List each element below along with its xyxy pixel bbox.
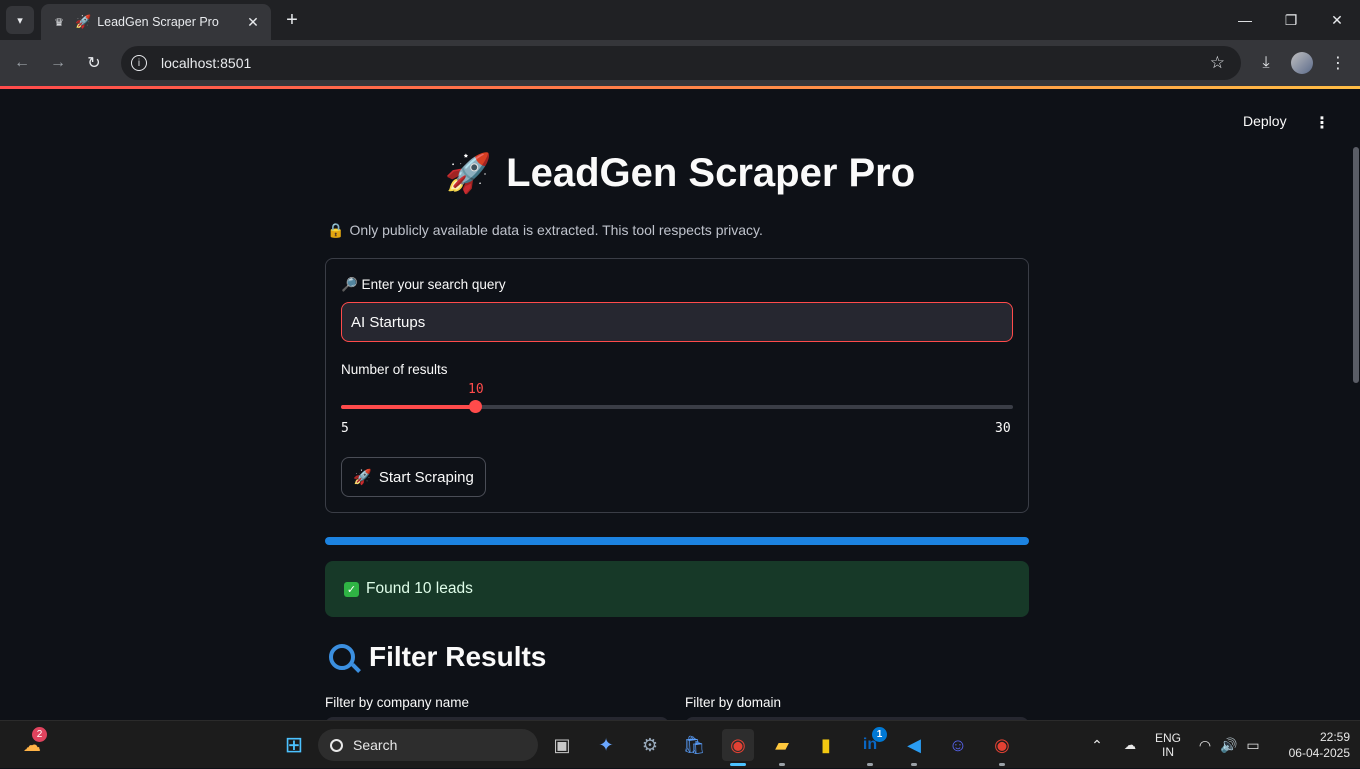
battery-icon[interactable]: ▭ [1242,721,1264,769]
slider-value: 10 [468,382,484,397]
weather-icon[interactable]: ☁ 2 [16,727,48,761]
chrome-profile-icon[interactable]: ◉ [986,729,1018,766]
start-scraping-label: Start Scraping [378,468,474,486]
wifi-icon[interactable]: ◠ [1194,721,1216,769]
close-window-button[interactable]: ✕ [1314,0,1360,40]
success-message: Found 10 leads [366,580,473,597]
browser-toolbar: ← → ↻ i localhost:8501 ☆ ⤓ ⋮ [0,40,1360,86]
rocket-icon: 🚀 [444,153,493,195]
reload-button[interactable]: ↻ [80,49,108,77]
linkedin-icon[interactable]: in 1 [854,727,887,766]
settings-gear-icon[interactable]: ⚙ [634,729,666,761]
discord-icon[interactable]: ☺ [942,729,974,761]
taskbar-clock[interactable]: 22:59 06-04-2025 [1270,729,1350,761]
running-indicator [867,763,873,766]
profile-avatar[interactable] [1288,49,1316,77]
filter-heading: Filter Results [329,641,546,673]
url-text[interactable]: localhost:8501 [161,55,251,71]
start-scraping-button[interactable]: 🚀 Start Scraping [341,457,486,497]
browser-tab[interactable]: ♛ 🚀 LeadGen Scraper Pro ✕ [41,4,271,40]
tab-title: LeadGen Scraper Pro [97,15,219,29]
filter-heading-text: Filter Results [369,641,547,672]
taskbar-search-label: Search [353,737,398,753]
privacy-caption-text: Only publicly available data is extracte… [349,222,763,238]
powerbi-icon[interactable]: ▮ [810,729,842,761]
language-code: ENG [1154,731,1181,745]
slider-fill [341,405,475,409]
bookmark-star-icon[interactable]: ☆ [1210,53,1225,73]
search-icon [330,738,343,752]
new-tab-button[interactable]: + [280,8,304,32]
vscode-icon[interactable]: ◀ [898,729,930,766]
minimize-button[interactable]: — [1222,0,1268,40]
page-title-text: LeadGen Scraper Pro [506,151,916,195]
results-slider[interactable] [341,400,1013,413]
file-explorer-icon[interactable]: ▰ [766,729,798,766]
running-indicator [911,763,917,766]
start-icon[interactable]: ⊞ [278,729,310,761]
tab-close-icon[interactable]: ✕ [243,12,263,32]
weather-badge: 2 [32,727,47,742]
slider-thumb[interactable] [469,400,482,413]
back-button[interactable]: ← [8,49,36,77]
clock-date: 06-04-2025 [1288,746,1350,760]
browser-menu-icon[interactable]: ⋮ [1324,49,1352,77]
forward-button[interactable]: → [44,49,72,77]
linkedin-badge: 1 [872,727,887,742]
taskbar-search[interactable]: Search [318,729,538,761]
results-label: Number of results [341,362,448,377]
slider-max: 30 [995,421,1011,436]
deploy-button[interactable]: Deploy [1243,113,1287,129]
magnifier-icon [329,644,355,670]
progress-bar [325,537,1029,545]
store-icon[interactable]: 🛍 [678,729,710,761]
download-icon[interactable]: ⤓ [1252,49,1280,77]
windows-taskbar: ☁ 2 ⊞ Search ▣ ✦ ⚙ 🛍 ◉ ▰ ▮ in 1 ◀ ☺ ◉ ⌃ … [0,720,1360,768]
region-code: IN [1162,745,1174,759]
main-menu-icon[interactable]: ⋮ [1313,113,1331,133]
check-icon: ✓ [344,581,359,597]
filter-domain-label: Filter by domain [685,695,782,710]
query-label: 🔎 Enter your search query [341,277,506,292]
success-alert: ✓ Found 10 leads [325,561,1029,617]
onedrive-icon[interactable]: ☁ [1118,721,1142,769]
tab-search-button[interactable]: ▾ [6,6,34,34]
volume-icon[interactable]: 🔊 [1218,721,1240,769]
chrome-icon[interactable]: ◉ [722,729,754,766]
rocket-icon: 🚀 [353,469,372,486]
copilot-icon[interactable]: ✦ [590,729,622,761]
task-view-icon[interactable]: ▣ [546,729,578,761]
filter-company-label: Filter by company name [325,695,470,710]
address-bar[interactable]: i localhost:8501 ☆ [121,46,1241,80]
active-indicator [730,763,746,766]
language-indicator[interactable]: ENG IN [1152,721,1184,769]
lock-icon: 🔒 [327,222,345,238]
clock-time: 22:59 [1319,730,1350,744]
page-title: 🚀 LeadGen Scraper Pro [0,151,1360,196]
browser-tabstrip: ▾ ♛ 🚀 LeadGen Scraper Pro ✕ + — ❐ ✕ [0,0,1360,40]
running-indicator [999,763,1005,766]
slider-min: 5 [341,421,349,436]
search-form: 🔎 Enter your search query Number of resu… [325,258,1029,513]
chevron-up-icon[interactable]: ⌃ [1086,721,1108,769]
streamlit-favicon-icon: ♛ [54,16,64,29]
privacy-caption: 🔒 Only publicly available data is extract… [327,222,763,239]
streamlit-app: Deploy ⋮ 🚀 LeadGen Scraper Pro 🔒 Only publ… [0,89,1360,720]
search-query-input[interactable] [341,302,1013,342]
running-indicator [779,763,785,766]
site-info-icon[interactable]: i [131,55,147,71]
restore-button[interactable]: ❐ [1268,0,1314,40]
rocket-favicon-icon: 🚀 [75,14,92,29]
